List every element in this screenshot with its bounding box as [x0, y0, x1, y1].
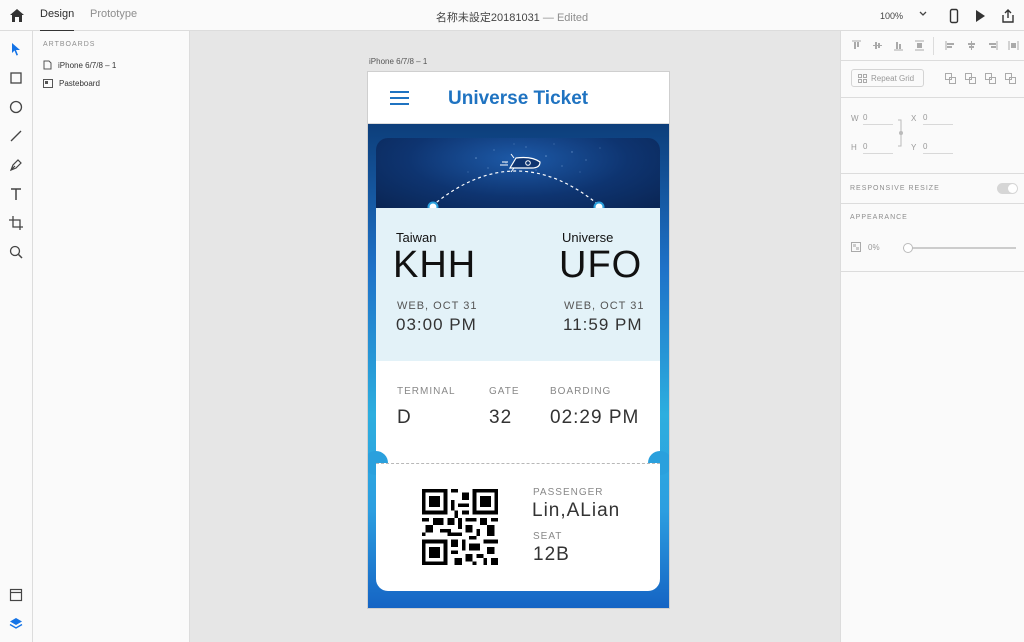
document-name: 名称未設定20181031	[435, 12, 540, 24]
appearance-heading: APPEARANCE	[850, 214, 908, 221]
title-separator: —	[542, 12, 554, 24]
qr-code-image	[422, 489, 498, 565]
divider	[841, 97, 1024, 98]
hamburger-menu-icon[interactable]	[390, 91, 409, 105]
artboard-name-label[interactable]: iPhone 6/7/8 – 1	[369, 57, 427, 66]
boolean-add-icon[interactable]	[945, 73, 956, 84]
play-icon[interactable]	[972, 8, 988, 24]
boolean-exclude-icon[interactable]	[1005, 73, 1016, 84]
chevron-down-icon[interactable]	[918, 9, 928, 19]
tab-design[interactable]: Design	[40, 8, 75, 32]
layers-panel: ARTBOARDS iPhone 6/7/8 – 1 Pasteboard	[33, 31, 190, 642]
align-center-icon[interactable]	[966, 40, 977, 51]
origin-time: 03:00 PM	[396, 315, 477, 334]
flight-info-panel: Taiwan KHH WEB, OCT 31 03:00 PM Universe…	[376, 208, 660, 361]
divider	[841, 173, 1024, 174]
repeat-grid-button[interactable]: Repeat Grid	[851, 69, 924, 87]
destination-time: 11:59 PM	[563, 315, 643, 334]
layer-item-pasteboard[interactable]: Pasteboard	[43, 79, 100, 88]
artboard-icon	[43, 60, 52, 70]
boarding-details-panel: TERMINAL D GATE 32 BOARDING 02:29 PM	[376, 361, 660, 463]
terminal-label: TERMINAL	[397, 386, 456, 397]
destination-code: UFO	[559, 244, 643, 286]
tools-toolbar	[0, 31, 33, 642]
origin-date: WEB, OCT 31	[397, 300, 478, 312]
pasteboard-icon	[43, 79, 53, 88]
seat-label: SEAT	[533, 531, 563, 542]
layer-item-artboard[interactable]: iPhone 6/7/8 – 1	[43, 60, 116, 70]
divider	[841, 60, 1024, 61]
property-inspector: Repeat Grid W 0 H 0 X 0 Y 0 RESPONSIVE R…	[840, 31, 1024, 642]
gate-value: 32	[489, 407, 513, 428]
x-field[interactable]: 0	[923, 113, 953, 125]
seat-value: 12B	[533, 544, 570, 565]
align-top-icon[interactable]	[851, 40, 862, 51]
lock-aspect-icon[interactable]	[897, 119, 905, 147]
distribute-vertical-icon[interactable]	[914, 40, 925, 51]
divider	[841, 271, 1024, 272]
destination-city: Universe	[562, 230, 614, 245]
responsive-resize-toggle[interactable]	[997, 183, 1018, 194]
boarding-label: BOARDING	[550, 386, 612, 397]
y-label: Y	[911, 143, 917, 152]
responsive-resize-label: RESPONSIVE RESIZE	[850, 185, 940, 192]
assets-panel-icon[interactable]	[8, 587, 24, 603]
x-label: X	[911, 114, 917, 123]
document-title: 名称未設定20181031 — Edited	[0, 9, 1024, 25]
boolean-subtract-icon[interactable]	[965, 73, 976, 84]
opacity-icon	[851, 242, 861, 252]
app-top-bar: Design Prototype 名称未設定20181031 — Edited …	[0, 0, 1024, 32]
destination-date: WEB, OCT 31	[564, 300, 645, 312]
zoom-level[interactable]: 100%	[880, 11, 903, 21]
zoom-tool-icon[interactable]	[8, 244, 24, 260]
artboard-iphone[interactable]: Universe Ticket Taiwan KHH WEB, OCT 31 0…	[368, 72, 669, 608]
text-tool-icon[interactable]	[8, 186, 24, 202]
pen-tool-icon[interactable]	[8, 157, 24, 173]
app-header: Universe Ticket	[368, 72, 669, 124]
boarding-value: 02:29 PM	[550, 407, 640, 428]
passenger-label: PASSENGER	[533, 487, 604, 498]
terminal-value: D	[397, 407, 412, 428]
ticket-stub: PASSENGER Lin,ALian SEAT 12B	[376, 463, 660, 591]
divider	[841, 203, 1024, 204]
layer-label: Pasteboard	[59, 79, 100, 88]
ticket-header-space	[376, 138, 660, 208]
layer-label: iPhone 6/7/8 – 1	[58, 60, 117, 70]
boolean-intersect-icon[interactable]	[985, 73, 996, 84]
home-icon[interactable]	[8, 7, 26, 25]
align-right-icon[interactable]	[987, 40, 998, 51]
gate-label: GATE	[489, 386, 520, 397]
line-tool-icon[interactable]	[8, 128, 24, 144]
align-left-icon[interactable]	[945, 40, 956, 51]
app-title: Universe Ticket	[448, 88, 589, 109]
y-field[interactable]: 0	[923, 142, 953, 154]
align-middle-icon[interactable]	[872, 40, 883, 51]
origin-code: KHH	[393, 244, 477, 286]
document-status: Edited	[556, 12, 589, 24]
artboard-tool-icon[interactable]	[8, 215, 24, 231]
height-field[interactable]: 0	[863, 142, 893, 154]
distribute-horizontal-icon[interactable]	[1008, 40, 1019, 51]
repeat-grid-label: Repeat Grid	[871, 73, 915, 83]
opacity-slider-thumb[interactable]	[903, 243, 913, 253]
layers-panel-icon[interactable]	[8, 616, 24, 632]
width-label: W	[851, 114, 859, 123]
rectangle-tool-icon[interactable]	[8, 70, 24, 86]
opacity-value[interactable]: 0%	[868, 243, 880, 252]
share-icon[interactable]	[1000, 8, 1016, 24]
height-label: H	[851, 143, 857, 152]
repeat-grid-icon	[858, 73, 867, 83]
select-tool-icon[interactable]	[8, 41, 24, 57]
ellipse-tool-icon[interactable]	[8, 99, 24, 115]
tab-prototype[interactable]: Prototype	[90, 8, 137, 20]
device-preview-icon[interactable]	[946, 8, 962, 24]
origin-city: Taiwan	[396, 230, 437, 245]
opacity-slider-track[interactable]	[903, 247, 1016, 249]
passenger-name: Lin,ALian	[532, 500, 621, 521]
width-field[interactable]: 0	[863, 113, 893, 125]
align-divider	[933, 37, 934, 55]
align-bottom-icon[interactable]	[893, 40, 904, 51]
artboards-heading: ARTBOARDS	[43, 41, 96, 48]
route-arc-graphic	[431, 143, 601, 207]
